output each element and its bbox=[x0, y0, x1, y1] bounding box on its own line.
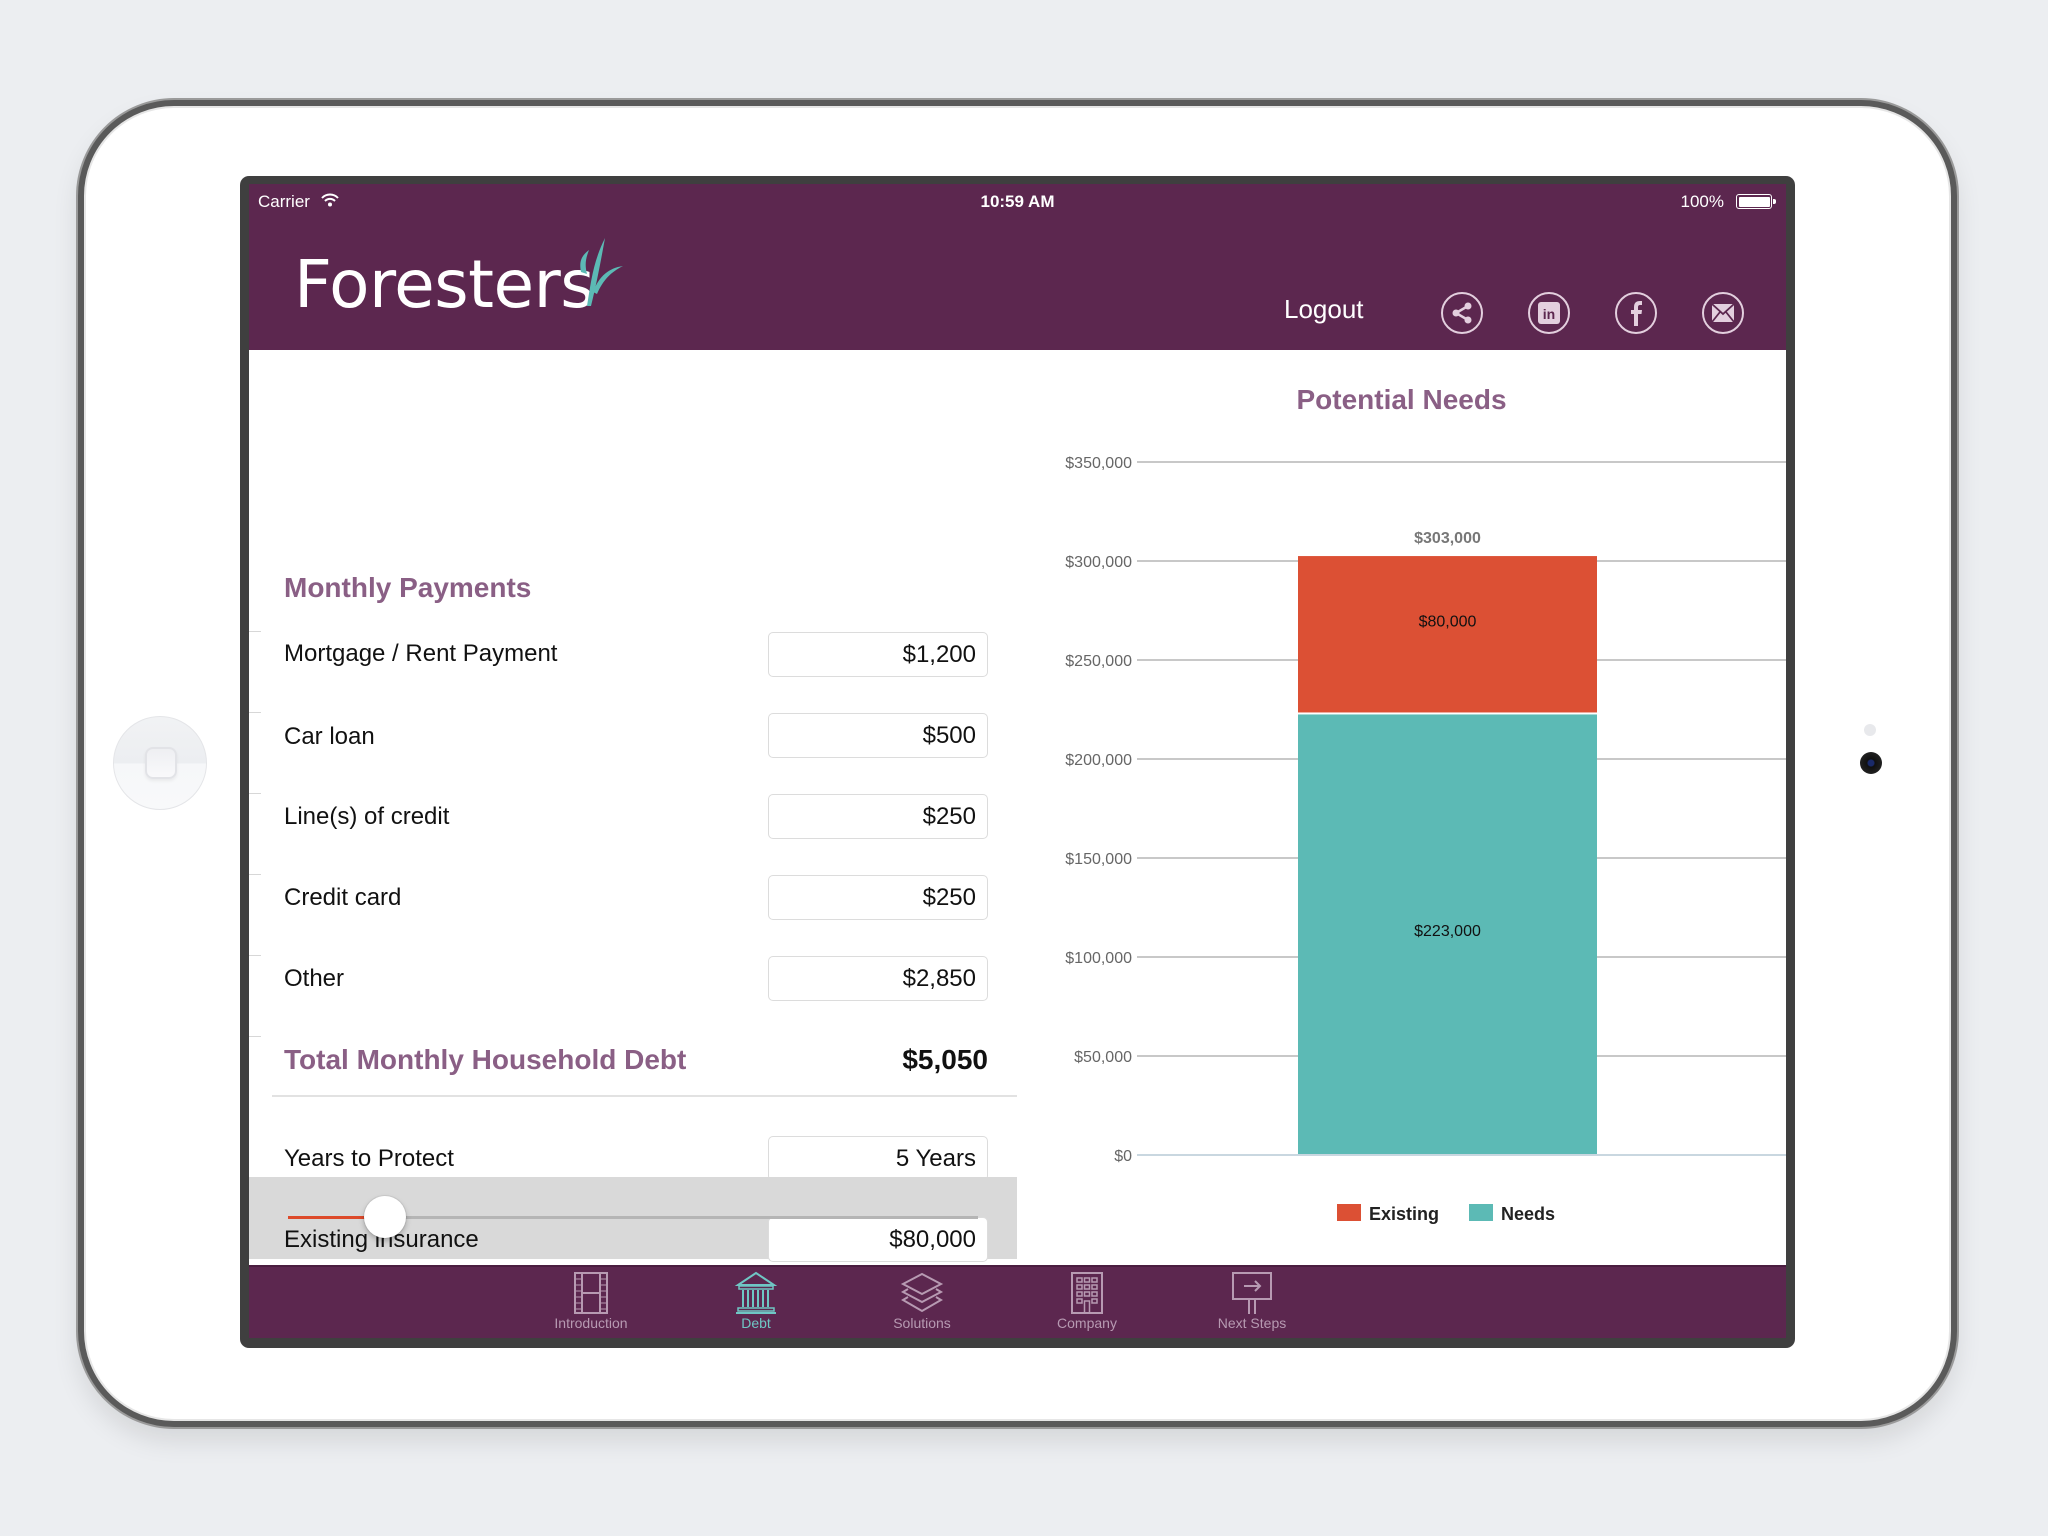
row-divider bbox=[249, 874, 261, 875]
tab-label: Introduction bbox=[554, 1315, 628, 1331]
credit-card-input[interactable] bbox=[768, 875, 988, 920]
row-label-credit-card: Credit card bbox=[284, 884, 402, 911]
tab-company[interactable]: Company bbox=[1022, 1271, 1152, 1331]
years-slider[interactable] bbox=[288, 1196, 978, 1238]
row-label-mortgage: Mortgage / Rent Payment bbox=[284, 640, 558, 667]
tab-label: Debt bbox=[741, 1315, 771, 1331]
tab-label: Company bbox=[1057, 1315, 1117, 1331]
legend-swatch-needs bbox=[1469, 1204, 1493, 1221]
row-label-years: Years to Protect bbox=[284, 1145, 454, 1172]
camera-icon bbox=[1860, 752, 1882, 774]
y-tick-label: $200,000 bbox=[1065, 752, 1132, 769]
section-title-monthly-payments: Monthly Payments bbox=[284, 572, 532, 603]
potential-needs-chart: $0 $50,000 $100,000 $150,000 $200,000 $250,00… bbox=[1065, 455, 1786, 1224]
tab-next-steps[interactable]: Next Steps bbox=[1187, 1271, 1317, 1331]
legend-swatch-existing bbox=[1337, 1204, 1361, 1221]
car-loan-input[interactable] bbox=[768, 713, 988, 758]
y-tick-label: $300,000 bbox=[1065, 554, 1132, 571]
y-tick-label: $150,000 bbox=[1065, 851, 1132, 868]
existing-insurance-input[interactable] bbox=[768, 1217, 988, 1262]
tab-introduction[interactable]: Introduction bbox=[526, 1271, 656, 1331]
legend-label-needs: Needs bbox=[1501, 1204, 1555, 1224]
row-divider bbox=[249, 631, 261, 632]
bar-segment-existing bbox=[1298, 556, 1597, 713]
row-label-car-loan: Car loan bbox=[284, 723, 375, 750]
signpost-icon bbox=[1232, 1272, 1272, 1314]
row-divider bbox=[249, 1036, 261, 1037]
lines-of-credit-input[interactable] bbox=[768, 794, 988, 839]
row-divider bbox=[249, 712, 261, 713]
y-tick-label: $50,000 bbox=[1074, 1049, 1132, 1066]
years-to-protect-input[interactable] bbox=[768, 1136, 988, 1181]
y-tick-label: $100,000 bbox=[1065, 950, 1132, 967]
slider-thumb[interactable] bbox=[363, 1196, 406, 1238]
y-tick-label: $350,000 bbox=[1065, 455, 1132, 472]
debt-form: Monthly Payments Mortgage / Rent Payment… bbox=[249, 350, 1017, 1333]
logo-sprout-icon bbox=[580, 238, 623, 306]
y-tick-label: $250,000 bbox=[1065, 653, 1132, 670]
other-input[interactable] bbox=[768, 956, 988, 1001]
total-label: $303,000 bbox=[1414, 530, 1481, 547]
y-tick-label: $0 bbox=[1114, 1148, 1132, 1165]
row-label-lines-of-credit: Line(s) of credit bbox=[284, 803, 450, 830]
total-debt-label: Total Monthly Household Debt bbox=[284, 1044, 687, 1075]
row-label-other: Other bbox=[284, 965, 345, 992]
light-sensor bbox=[1864, 724, 1876, 736]
tab-label: Next Steps bbox=[1217, 1315, 1287, 1331]
app-screen: Carrier 10:59 AM 100% Foresters Logout i… bbox=[249, 184, 1786, 1338]
tab-label: Solutions bbox=[893, 1315, 951, 1331]
row-divider bbox=[249, 793, 261, 794]
data-label-existing: $80,000 bbox=[1419, 613, 1477, 630]
total-debt-value: $5,050 bbox=[902, 1044, 988, 1075]
building-icon bbox=[1071, 1272, 1103, 1314]
data-label-needs: $223,000 bbox=[1414, 923, 1481, 940]
row-divider bbox=[249, 955, 261, 956]
home-square-icon bbox=[145, 747, 177, 779]
film-icon bbox=[574, 1272, 608, 1314]
brand-logo: Foresters bbox=[294, 246, 595, 323]
mortgage-input[interactable] bbox=[768, 632, 988, 677]
divider bbox=[272, 1095, 1017, 1097]
legend-label-existing: Existing bbox=[1369, 1204, 1439, 1224]
tab-debt[interactable]: Debt bbox=[691, 1271, 821, 1331]
home-button[interactable] bbox=[113, 716, 207, 810]
tab-bar: Introduction Debt Solutions Company Next… bbox=[249, 1265, 1786, 1338]
bank-icon bbox=[734, 1271, 778, 1314]
tab-solutions[interactable]: Solutions bbox=[857, 1271, 987, 1331]
layers-icon bbox=[900, 1272, 944, 1313]
